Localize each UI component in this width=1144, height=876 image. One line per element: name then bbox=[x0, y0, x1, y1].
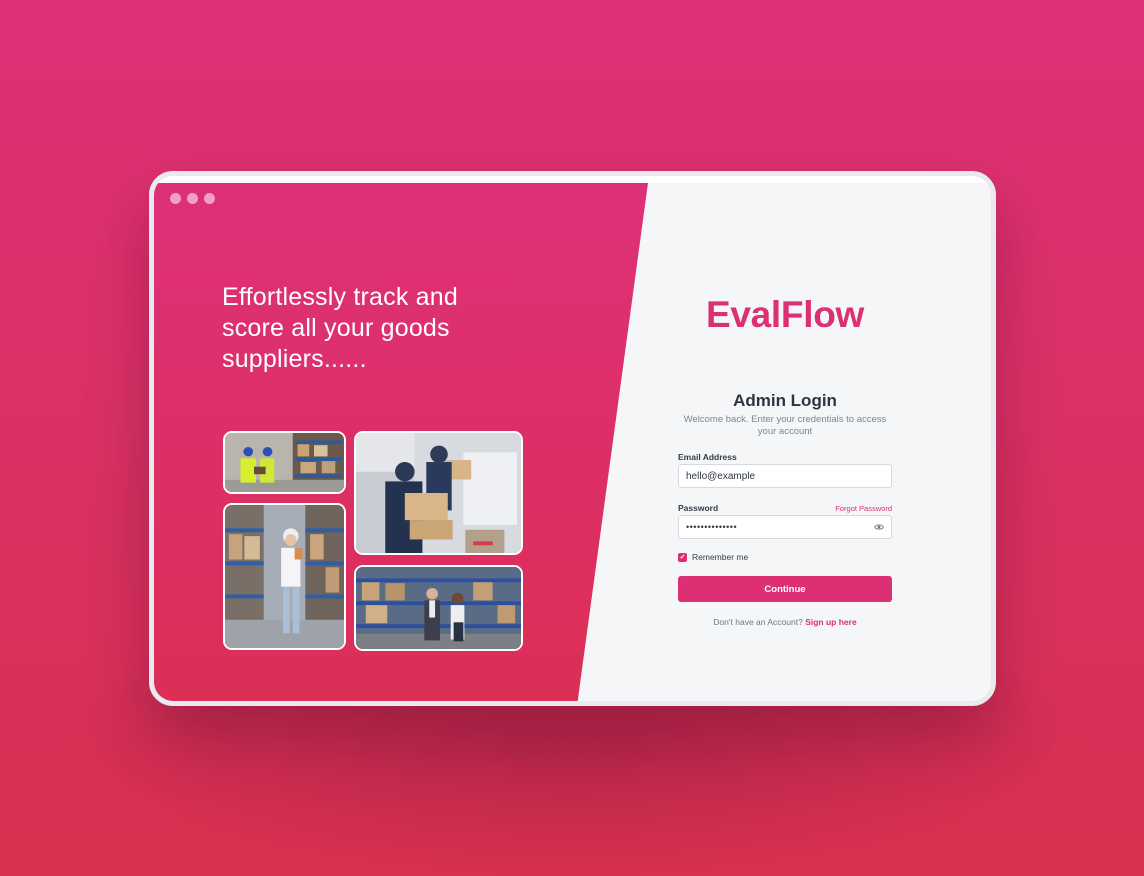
email-field[interactable]: hello@example bbox=[678, 464, 892, 488]
window-dot-icon[interactable] bbox=[204, 193, 215, 204]
window-dot-icon[interactable] bbox=[170, 193, 181, 204]
email-label: Email Address bbox=[678, 452, 737, 462]
signup-prompt: Don't have an Account? Sign up here bbox=[678, 617, 892, 627]
eye-icon[interactable] bbox=[874, 522, 884, 532]
photo-delivery-man bbox=[354, 431, 523, 555]
app-window: Effortlessly track and score all your go… bbox=[149, 171, 996, 706]
email-value: hello@example bbox=[686, 470, 756, 482]
window-dot-icon[interactable] bbox=[187, 193, 198, 204]
remember-label: Remember me bbox=[692, 552, 749, 562]
form-title: Admin Login bbox=[733, 391, 837, 410]
password-mask: •••••••••••••• bbox=[686, 522, 738, 532]
photo-woman-with-tablet bbox=[223, 503, 346, 650]
photo-warehouse-workers bbox=[223, 431, 346, 494]
checkmark-icon[interactable]: ✓ bbox=[678, 552, 687, 562]
password-field[interactable]: •••••••••••••• bbox=[678, 515, 892, 539]
password-label: Password bbox=[678, 503, 719, 513]
signup-prompt-text: Don't have an Account? bbox=[713, 617, 803, 627]
login-panel: EvalFlow Admin Login Welcome back. Enter… bbox=[678, 176, 892, 701]
signup-link[interactable]: Sign up here bbox=[805, 617, 856, 627]
window-controls bbox=[170, 193, 215, 204]
forgot-password-link[interactable]: Forgot Password bbox=[835, 504, 892, 513]
remember-me[interactable]: ✓ Remember me bbox=[678, 552, 748, 562]
hero-tagline: Effortlessly track and score all your go… bbox=[222, 283, 458, 373]
continue-button[interactable]: Continue bbox=[678, 576, 892, 602]
photo-business-people bbox=[354, 565, 523, 651]
brand-logo: EvalFlow bbox=[706, 294, 864, 335]
form-subtitle: Welcome back. Enter your credentials to … bbox=[683, 414, 887, 437]
